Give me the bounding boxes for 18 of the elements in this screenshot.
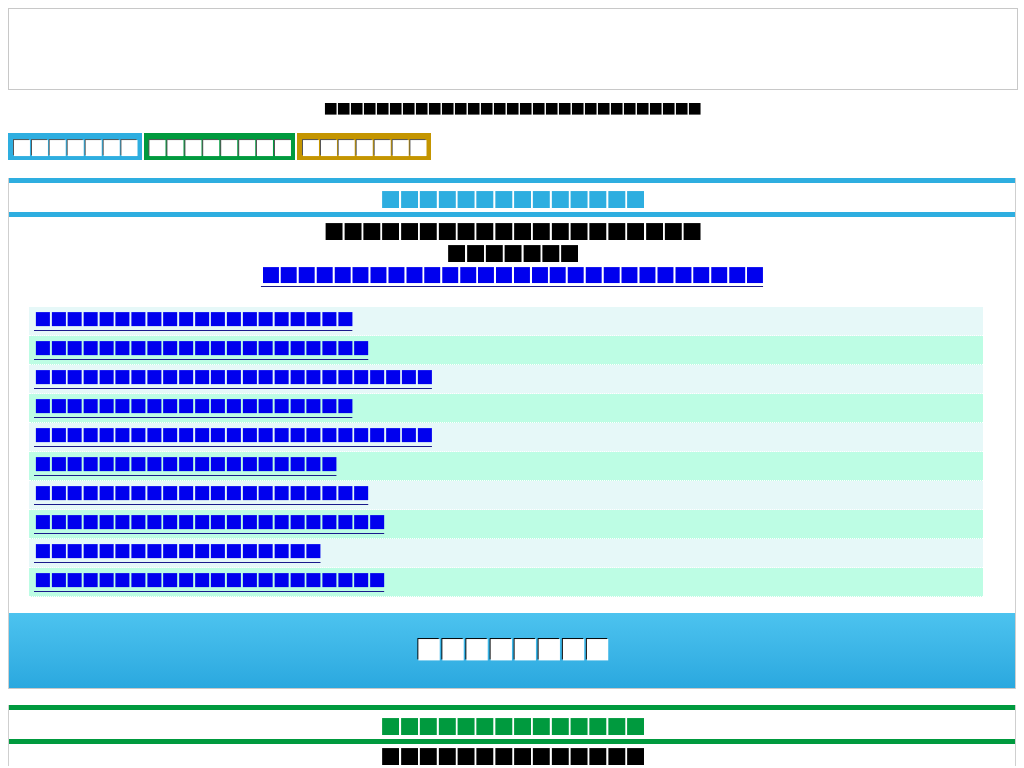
article-link[interactable]: ■■■■■■■■■■■■■■■■■■■ (34, 453, 337, 473)
article-link[interactable]: ■■■■■■■■■■■■■■■■■■■■■■ (34, 569, 385, 589)
headline-text: ■■■■■■■■■■■■■■ (380, 744, 644, 766)
section-title: ■■■■■■■■■■■■■■ (380, 183, 644, 212)
headline-text: ■■■■■■■■■■■■■■■■■■■■ ■■■■■■■ (323, 219, 701, 263)
article-link[interactable]: ■■■■■■■■■■■■■■■■■■ (34, 540, 321, 560)
headline-link[interactable]: ■■■■■■■■■■■■■■■■■■■■■■■■■■■■ (260, 263, 764, 285)
section-title: ■■■■■■■■■■■■■■ (380, 710, 644, 739)
article-link[interactable]: ■■■■■■■■■■■■■■■■■■■■■■ (34, 511, 385, 531)
banner-text: ■■■■■■■■ (415, 632, 609, 663)
article-link[interactable]: ■■■■■■■■■■■■■■■■■■■■■ (34, 337, 369, 357)
article-link[interactable]: ■■■■■■■■■■■■■■■■■■■■■■■■■ (34, 424, 432, 444)
category-tab[interactable]: ■■■■■■■■ (143, 133, 295, 160)
article-link[interactable]: ■■■■■■■■■■■■■■■■■■■■■ (34, 482, 369, 502)
article-link[interactable]: ■■■■■■■■■■■■■■■■■■■■ (34, 395, 353, 415)
site-title: ■■■■■■■■■■■■■■■■■■■■■■■■■■■■■ (323, 100, 701, 116)
article-link[interactable]: ■■■■■■■■■■■■■■■■■■■■ (34, 308, 353, 328)
article-link[interactable]: ■■■■■■■■■■■■■■■■■■■■■■■■■ (34, 366, 432, 386)
